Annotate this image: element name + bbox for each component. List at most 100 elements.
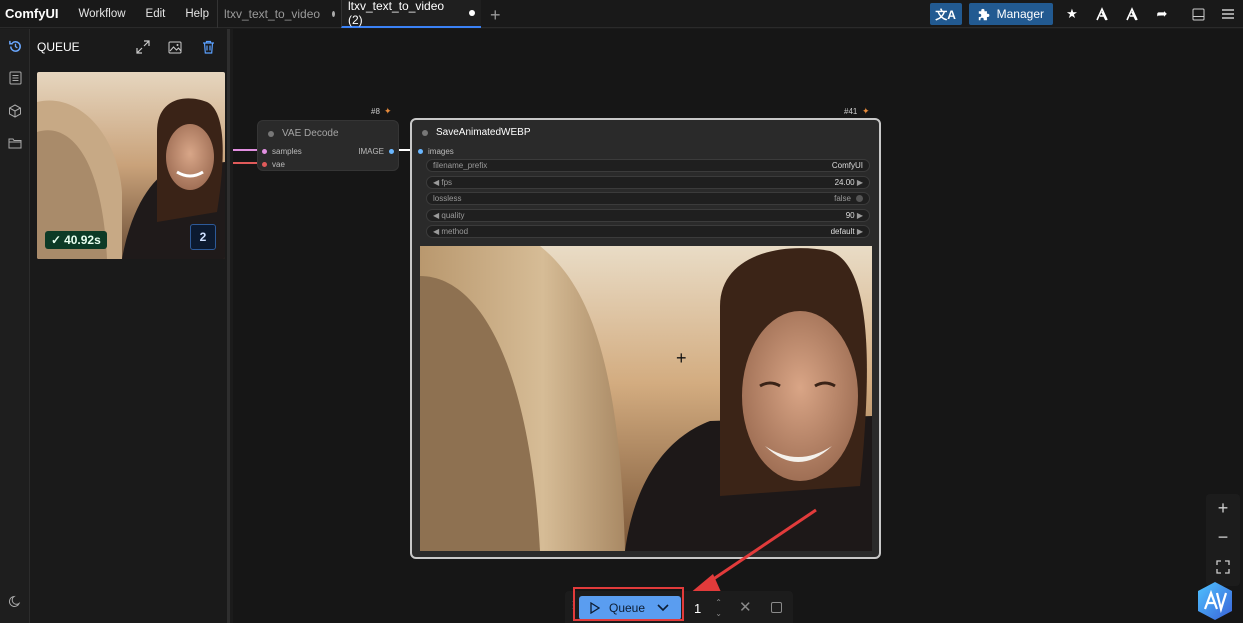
unsaved-dot-icon xyxy=(332,11,335,17)
theme-icon xyxy=(8,595,21,607)
input-images[interactable]: images xyxy=(418,147,454,156)
manager-button[interactable]: Manager xyxy=(968,3,1053,25)
share-button[interactable]: ➦ xyxy=(1147,3,1177,25)
translate-icon: 文A xyxy=(935,7,956,22)
widget-quality[interactable]: ◀ quality 90 ▶ xyxy=(426,209,870,222)
queue-title: QUEUE xyxy=(37,40,80,54)
widget-value: 24.00 xyxy=(834,178,855,187)
tab-label: ltxv_text_to_video xyxy=(224,7,321,21)
history-icon xyxy=(8,40,21,52)
model-button[interactable] xyxy=(1087,3,1117,25)
stop-icon[interactable] xyxy=(771,602,782,613)
port-dot-icon xyxy=(389,149,394,154)
batch-count-input[interactable]: 1 ⌃ ⌄ xyxy=(686,595,726,621)
tab-label: ltxv_text_to_video (2) xyxy=(348,0,445,27)
widget-value: ComfyUI xyxy=(831,161,863,170)
widget-lossless[interactable]: lossless false xyxy=(426,192,870,205)
node-badge-icon: ✦ xyxy=(384,106,392,116)
fit-view-icon xyxy=(1216,559,1230,574)
widget-value: 90 xyxy=(845,211,855,220)
toggle-panel-button[interactable] xyxy=(1183,3,1213,25)
star-icon: ★ xyxy=(1066,6,1078,21)
port-label: samples xyxy=(272,147,302,156)
next-option-icon[interactable]: ▶ xyxy=(855,227,863,236)
widget-label: filename_prefix xyxy=(433,161,488,170)
cancel-icon[interactable]: ✕ xyxy=(739,598,752,616)
widget-label: method xyxy=(441,227,469,236)
watermark-logo xyxy=(1198,582,1232,620)
increment-arrow-icon[interactable]: ▶ xyxy=(855,211,863,220)
output-image[interactable]: IMAGE xyxy=(358,147,394,156)
crosshair-cursor-icon: + xyxy=(676,348,687,368)
queue-panel: QUEUE ✓ 40.92s 2 xyxy=(30,29,230,623)
collapse-dot-icon[interactable] xyxy=(268,130,274,137)
trash-icon xyxy=(202,40,214,54)
widget-label: quality xyxy=(441,211,465,220)
new-tab-button[interactable]: + xyxy=(490,5,501,26)
workflows-icon xyxy=(8,138,22,149)
model-alt-icon xyxy=(1126,7,1138,21)
widget-value: default xyxy=(830,227,855,236)
expand-queue-button[interactable] xyxy=(134,38,152,56)
model-alt-button[interactable] xyxy=(1117,3,1147,25)
queue-item-thumbnail[interactable]: ✓ 40.92s 2 xyxy=(37,72,225,259)
queue-history-button[interactable] xyxy=(6,37,24,55)
widget-method[interactable]: ◀ method default ▶ xyxy=(426,225,870,238)
canvas-controls: + − xyxy=(1206,494,1240,586)
node-badge-icon: ✦ xyxy=(862,106,870,116)
image-icon xyxy=(168,41,182,53)
translate-button[interactable]: 文A xyxy=(929,3,962,25)
node-title: SaveAnimatedWEBP xyxy=(422,127,531,138)
zoom-out-button[interactable]: − xyxy=(1206,523,1240,552)
toolbar-right: 文A Manager ★ ➦ xyxy=(929,0,1243,28)
widget-label: fps xyxy=(441,178,453,187)
zoom-in-button[interactable]: + xyxy=(1206,494,1240,523)
menu-edit[interactable]: Edit xyxy=(136,8,176,20)
image-view-button[interactable] xyxy=(166,38,184,56)
port-label: vae xyxy=(272,160,285,169)
increment-arrow-icon[interactable]: ▶ xyxy=(855,178,863,187)
clear-queue-button[interactable] xyxy=(199,38,217,56)
graph-canvas[interactable]: #8 ✦ VAE Decode samples vae IMAGE #41 ✦ … xyxy=(233,29,1243,623)
unsaved-dot-icon xyxy=(469,10,475,16)
annotation-arrow xyxy=(683,508,817,599)
port-label: images xyxy=(428,147,454,156)
vae-decode-node[interactable]: VAE Decode samples vae IMAGE xyxy=(257,120,399,171)
widget-value: false xyxy=(834,194,851,203)
batch-count-value: 1 xyxy=(694,600,702,616)
node-id-vae-decode: #8 xyxy=(371,107,380,116)
port-label: IMAGE xyxy=(358,147,384,156)
widget-filename-prefix[interactable]: filename_prefix ComfyUI xyxy=(426,159,870,172)
input-vae[interactable]: vae xyxy=(262,160,285,169)
menu-workflow[interactable]: Workflow xyxy=(68,8,135,20)
node-title-label: SaveAnimatedWEBP xyxy=(436,127,531,138)
workflows-button[interactable] xyxy=(6,134,24,152)
tab-workflow-2[interactable]: ltxv_text_to_video (2) xyxy=(341,0,481,28)
manager-label: Manager xyxy=(996,7,1044,21)
check-icon: ✓ xyxy=(51,233,62,247)
model-library-icon xyxy=(9,104,21,118)
input-samples[interactable]: samples xyxy=(262,147,302,156)
node-library-button[interactable] xyxy=(6,69,24,87)
menu-help[interactable]: Help xyxy=(175,8,219,20)
app-logo[interactable]: ComfyUI xyxy=(0,6,68,21)
save-animated-webp-node[interactable]: SaveAnimatedWEBP images filename_prefix … xyxy=(410,118,881,559)
fit-view-button[interactable] xyxy=(1206,552,1240,581)
menu-button[interactable] xyxy=(1213,3,1243,25)
model-library-button[interactable] xyxy=(6,102,24,120)
star-button[interactable]: ★ xyxy=(1057,3,1087,25)
hamburger-icon xyxy=(1222,9,1234,19)
duration-badge: ✓ 40.92s xyxy=(45,231,107,249)
tab-workflow-1[interactable]: ltxv_text_to_video xyxy=(217,0,341,28)
theme-toggle-button[interactable] xyxy=(6,592,24,610)
node-title: VAE Decode xyxy=(268,128,339,139)
collapse-dot-icon[interactable] xyxy=(422,129,428,136)
toggle-off-icon xyxy=(856,195,863,202)
share-icon: ➦ xyxy=(1156,6,1168,21)
stepper-arrows-icon[interactable]: ⌃ ⌄ xyxy=(715,597,722,619)
panel-icon xyxy=(1192,8,1204,20)
node-library-icon xyxy=(9,71,21,85)
widget-fps[interactable]: ◀ fps 24.00 ▶ xyxy=(426,176,870,189)
output-count-badge[interactable]: 2 xyxy=(190,224,216,250)
port-dot-icon xyxy=(262,149,267,154)
